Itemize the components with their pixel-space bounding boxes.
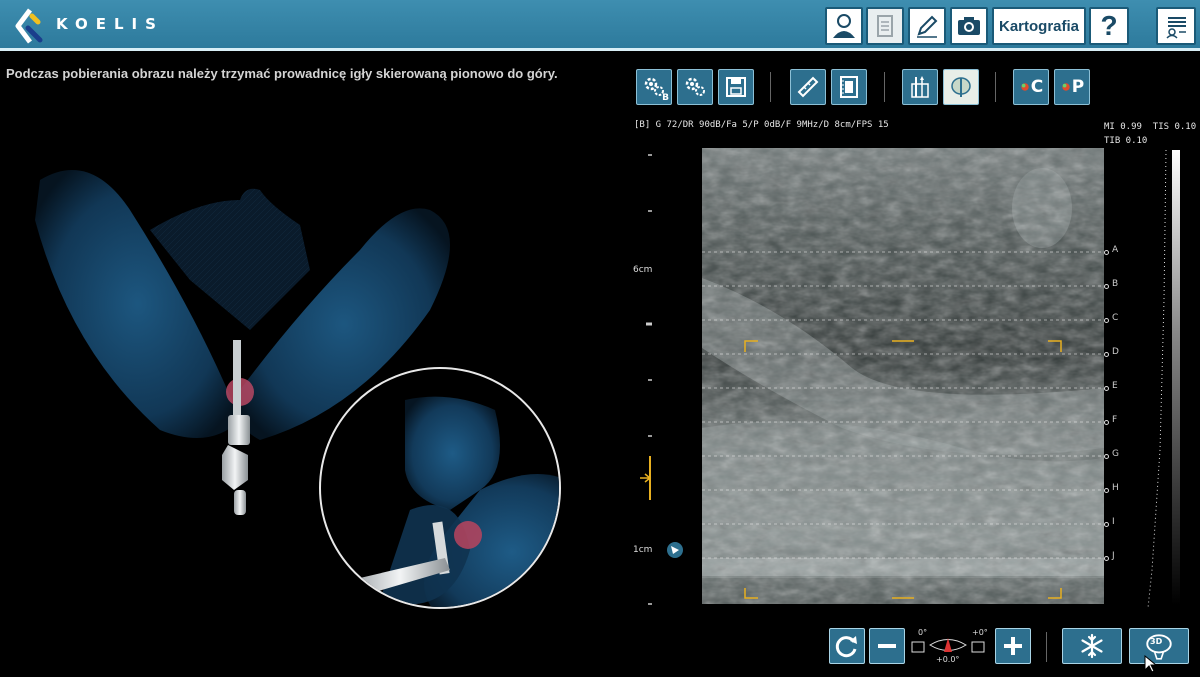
camera-button[interactable] [950,7,988,45]
help-button[interactable]: ? [1089,7,1129,45]
toolbar-divider [770,72,771,102]
color-mode-c-button[interactable]: C [1013,69,1049,105]
ultrasound-image [702,148,1104,604]
row-label-a: A [1112,245,1119,255]
row-label-f: F [1112,415,1118,425]
floppy-disk-icon [726,77,746,97]
minus-icon [878,644,896,648]
tib-value: TIB 0.10 [1104,136,1148,146]
document-icon [877,15,893,37]
probe-angle-indicator: 0° +0° +0.0° [910,628,988,668]
row-marker [1104,352,1109,357]
checklist-button[interactable] [1156,7,1196,45]
rotate-icon [835,636,857,658]
row-marker [1104,454,1109,459]
settings-b-sub: B [662,93,669,103]
acquire-3d-label: 3D [1150,637,1163,646]
row-label-g: G [1112,449,1119,459]
tis-value: TIS 0.10 [1152,122,1197,132]
brand-name: KOELIS [56,15,164,33]
row-marker [1104,250,1109,255]
mi-value: MI 0.99 [1104,122,1142,132]
color-dot-icon [1062,83,1070,91]
cine-button[interactable] [831,69,867,105]
color-dot-icon [1021,83,1029,91]
row-label-d: D [1112,347,1119,357]
save-button[interactable] [718,69,754,105]
settings-presets-button[interactable] [677,69,713,105]
row-label-c: C [1112,313,1119,323]
row-marker [1104,420,1109,425]
safety-indices: MI 0.99 TIS 0.10 TIB 0.10 [1104,120,1196,148]
rotate-button[interactable] [829,628,865,664]
settings-b-button[interactable]: B [636,69,672,105]
camera-icon [958,17,980,35]
ruler-icon [797,76,819,98]
angle-right-label: +0° [972,628,988,637]
row-label-i: I [1112,517,1115,527]
row-marker [1104,522,1109,527]
patient-button[interactable] [825,7,863,45]
row-marker [1104,488,1109,493]
biopsy-guide-button[interactable] [902,69,938,105]
angle-value: +0.0° [936,655,960,664]
color-mode-p-label: P [1071,77,1085,97]
gear-icon [685,77,705,96]
user-icon [833,14,855,38]
freeze-button[interactable] [1062,628,1122,664]
scale-top-label: 6cm [633,265,653,275]
row-marker [1104,318,1109,323]
color-mode-c-label: C [1030,77,1044,97]
prostate-contour-button[interactable] [943,69,979,105]
depth-ruler [640,154,683,605]
angle-left-label: 0° [918,628,928,637]
measure-button[interactable] [790,69,826,105]
edit-button[interactable] [908,7,946,45]
pencil-icon [917,15,938,38]
instruction-text: Podczas pobierania obrazu należy trzymać… [6,66,558,81]
row-label-b: B [1112,279,1119,289]
toolbar-divider [995,72,996,102]
tgc-curve [1147,150,1167,609]
grayscale-bar [1172,150,1180,605]
zoom-in-button[interactable] [995,628,1031,664]
mouse-cursor-icon [1144,655,1158,673]
film-icon [840,76,858,98]
zoom-out-button[interactable] [869,628,905,664]
checklist-icon [1166,17,1186,39]
acquisition-parameters: [B] G 72/DR 90dB/Fa 5/P 0dB/F 9MHz/D 8cm… [634,120,889,130]
app-header: KOELIS Kartografia ? [0,0,1200,51]
row-marker [1104,386,1109,391]
controls-divider [1046,632,1047,662]
snowflake-icon [1081,633,1103,659]
anatomy-3d-view [35,170,561,609]
color-mode-p-button[interactable]: P [1054,69,1090,105]
angle-icon [911,638,985,653]
report-button[interactable] [866,7,904,45]
row-label-e: E [1112,381,1118,391]
needle-guide-icon [911,76,929,98]
acquire-3d-button[interactable]: 3D [1129,628,1189,664]
koelis-logo [15,8,43,44]
row-label-h: H [1112,483,1119,493]
prostate-icon [951,77,971,97]
plus-icon [1004,637,1022,655]
scale-bottom-label: 1cm [633,545,653,555]
row-marker [1104,556,1109,561]
row-label-j: J [1112,551,1115,561]
mapping-button[interactable]: Kartografia [992,7,1086,45]
row-marker [1104,284,1109,289]
toolbar-divider [884,72,885,102]
